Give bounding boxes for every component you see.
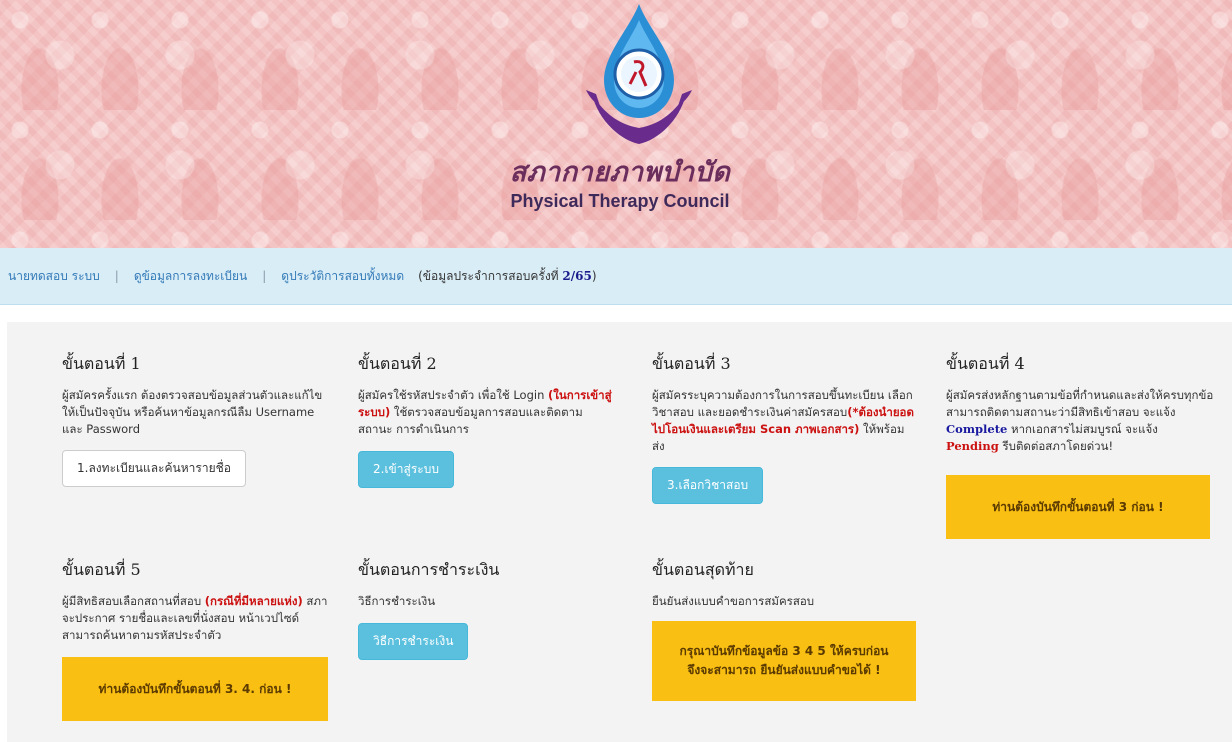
step-2-description: ผู้สมัครใช้รหัสประจำตัว เพื่อใช้ Login (… — [358, 387, 616, 438]
step-3-description: ผู้สมัครระบุความต้องการในการสอบขึ้นทะเบี… — [652, 387, 914, 455]
step-2-desc-a: ผู้สมัครใช้รหัสประจำตัว เพื่อใช้ Login — [358, 388, 549, 402]
status-complete-label: Complete — [946, 422, 1008, 436]
exam-round-suffix: ) — [591, 268, 597, 283]
payment-step: ขั้นตอนการชำระเงิน วิธีการชำระเงิน วิธีก… — [358, 558, 616, 660]
final-warning-line-2: จึงจะสามารถ ยืนยันส่งแบบคำขอได้ ! — [687, 663, 881, 677]
step-4-desc-a: ผู้สมัครส่งหลักฐานตามข้อที่กำหนดและส่งให… — [946, 388, 1214, 419]
exam-round-number: 2/65 — [562, 268, 592, 283]
exam-round-info: (ข้อมูลประจำการสอบครั้งที่ 2/65) — [418, 267, 596, 286]
step-4-description: ผู้สมัครส่งหลักฐานตามข้อที่กำหนดและส่งให… — [946, 387, 1214, 455]
step-4-title: ขั้นตอนที่ 4 — [946, 354, 1025, 373]
step-5-desc-highlight: (กรณีที่มีหลายแห่ง) — [204, 594, 303, 608]
step-1-title: ขั้นตอนที่ 1 — [62, 354, 141, 373]
register-search-button[interactable]: 1.ลงทะเบียนและค้นหารายชื่อ — [62, 450, 246, 487]
login-button[interactable]: 2.เข้าสู่ระบบ — [358, 451, 454, 488]
step-2-desc-b: ใช้ตรวจสอบข้อมูลการสอบและติดตามสถานะ การ… — [358, 405, 583, 436]
step-5-desc-a: ผู้มีสิทธิสอบเลือกสถานที่สอบ — [62, 594, 205, 608]
step-5: ขั้นตอนที่ 5 ผู้มีสิทธิสอบเลือกสถานที่สอ… — [62, 558, 334, 644]
step-2-title: ขั้นตอนที่ 2 — [358, 354, 437, 373]
steps-panel: ขั้นตอนที่ 1 ผู้สมัครครั้งแรก ต้องตรวจสอ… — [7, 322, 1232, 742]
top-nav: นายทดสอบ ระบบ | ดูข้อมูลการลงทะเบียน | ด… — [0, 248, 1232, 305]
nav-view-exam-history[interactable]: ดูประวัติการสอบทั้งหมด — [281, 267, 404, 286]
step-1-description: ผู้สมัครครั้งแรก ต้องตรวจสอบข้อมูลส่วนตั… — [62, 388, 323, 436]
step-4-desc-b: หากเอกสารไม่สมบูรณ์ จะแจ้ง — [1007, 422, 1158, 436]
nav-separator: | — [262, 269, 267, 283]
payment-description: วิธีการชำระเงิน — [358, 594, 436, 608]
step-2: ขั้นตอนที่ 2 ผู้สมัครใช้รหัสประจำตัว เพื… — [358, 352, 616, 488]
final-step-warning: กรุณาบันทึกข้อมูลข้อ 3 4 5 ให้ครบก่อน จึ… — [652, 621, 916, 701]
step-5-title: ขั้นตอนที่ 5 — [62, 560, 141, 579]
step-4-warning: ท่านต้องบันทึกขั้นตอนที่ 3 ก่อน ! — [946, 475, 1210, 539]
step-3-title: ขั้นตอนที่ 3 — [652, 354, 731, 373]
nav-view-registration[interactable]: ดูข้อมูลการลงทะเบียน — [134, 267, 247, 286]
step-4: ขั้นตอนที่ 4 ผู้สมัครส่งหลักฐานตามข้อที่… — [946, 352, 1214, 455]
header-banner: สภากายภาพบำบัด Physical Therapy Council — [0, 0, 1232, 248]
final-warning-line-1: กรุณาบันทึกข้อมูลข้อ 3 4 5 ให้ครบก่อน — [679, 644, 889, 658]
step-5-description: ผู้มีสิทธิสอบเลือกสถานที่สอบ (กรณีที่มีห… — [62, 593, 334, 644]
nav-user-name[interactable]: นายทดสอบ ระบบ — [8, 267, 100, 286]
payment-title: ขั้นตอนการชำระเงิน — [358, 560, 500, 579]
org-name-english: Physical Therapy Council — [510, 191, 730, 211]
step-4-desc-c: รีบติดต่อสภาโดยด่วน! — [998, 439, 1114, 453]
final-step-title: ขั้นตอนสุดท้าย — [652, 560, 754, 579]
final-step: ขั้นตอนสุดท้าย ยืนยันส่งแบบคำขอการสมัครส… — [652, 558, 918, 610]
select-subject-button[interactable]: 3.เลือกวิชาสอบ — [652, 467, 764, 504]
step-5-warning: ท่านต้องบันทึกขั้นตอนที่ 3. 4. ก่อน ! — [62, 657, 328, 721]
org-name-thai: สภากายภาพบำบัด — [509, 157, 731, 188]
step-1: ขั้นตอนที่ 1 ผู้สมัครครั้งแรก ต้องตรวจสอ… — [62, 352, 334, 487]
status-pending-label: Pending — [946, 439, 999, 453]
payment-method-button[interactable]: วิธีการชำระเงิน — [358, 623, 469, 660]
nav-separator: | — [114, 269, 119, 283]
council-logo — [586, 4, 692, 144]
step-3: ขั้นตอนที่ 3 ผู้สมัครระบุความต้องการในกา… — [652, 352, 914, 504]
exam-round-prefix: (ข้อมูลประจำการสอบครั้งที่ — [418, 268, 559, 283]
final-step-description: ยืนยันส่งแบบคำขอการสมัครสอบ — [652, 594, 815, 608]
